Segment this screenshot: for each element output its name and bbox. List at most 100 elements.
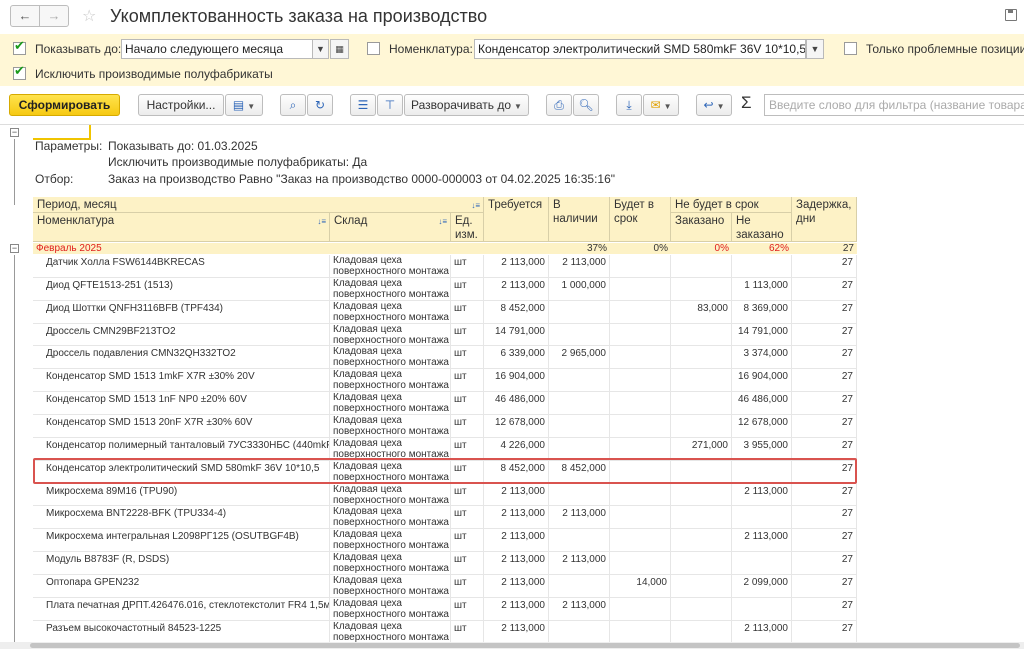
header-required[interactable]: Требуется <box>484 197 549 242</box>
on-time-cell[interactable]: 14,000 <box>610 574 671 598</box>
warehouse-cell[interactable]: Кладовая цеха поверхностного монтажа <box>330 323 451 347</box>
on-time-cell[interactable] <box>610 552 671 575</box>
unit-cell[interactable]: шт <box>451 255 484 278</box>
warehouse-cell[interactable]: Кладовая цеха поверхностного монтажа <box>330 552 451 575</box>
nomenclature-cell[interactable]: Конденсатор SMD 1513 1nF NP0 ±20% 60V <box>33 392 330 415</box>
forward-button[interactable]: → <box>39 5 69 27</box>
settings-button[interactable]: Настройки... <box>138 94 224 116</box>
calendar-icon[interactable]: ▦ <box>330 39 349 59</box>
not-ordered-cell[interactable]: 3 374,000 <box>732 346 792 370</box>
find-next-button[interactable]: ↻ <box>307 94 333 116</box>
in-stock-cell[interactable] <box>549 574 610 598</box>
in-stock-cell[interactable]: 2 965,000 <box>549 346 610 370</box>
ordered-cell[interactable] <box>671 574 732 598</box>
delay-cell[interactable]: 27 <box>792 552 857 575</box>
unit-cell[interactable]: шт <box>451 529 484 553</box>
unit-cell[interactable]: шт <box>451 392 484 415</box>
ordered-cell[interactable] <box>671 506 732 530</box>
warehouse-cell[interactable]: Кладовая цеха поверхностного монтажа <box>330 414 451 438</box>
on-time-cell[interactable] <box>610 597 671 621</box>
nomenclature-cell[interactable]: Плата печатная ДРПТ.426476.016, стеклоте… <box>33 597 330 621</box>
save-file-button[interactable]: ⤓ <box>616 94 642 116</box>
on-time-cell[interactable] <box>610 414 671 438</box>
collapse-params-icon[interactable]: − <box>10 128 19 137</box>
print-button[interactable]: ⎙ <box>546 94 572 116</box>
not-ordered-cell[interactable]: 2 113,000 <box>732 483 792 507</box>
on-time-cell[interactable] <box>610 506 671 530</box>
ordered-cell[interactable] <box>671 323 732 347</box>
delay-cell[interactable]: 27 <box>792 597 857 621</box>
unit-cell[interactable]: шт <box>451 597 484 621</box>
chevron-down-icon[interactable]: ▼ <box>312 39 329 59</box>
on-time-cell[interactable] <box>610 529 671 553</box>
delay-cell[interactable]: 27 <box>792 414 857 438</box>
required-cell[interactable]: 12 678,000 <box>484 414 549 438</box>
delay-cell[interactable]: 27 <box>792 483 857 507</box>
nomenclature-cell[interactable]: Оптопара GPEN232 <box>33 574 330 598</box>
nomenclature-cell[interactable]: Конденсатор SMD 1513 1mkF X7R ±30% 20V <box>33 369 330 393</box>
collapse-groups-button[interactable]: ☰ <box>350 94 376 116</box>
not-ordered-cell[interactable]: 2 113,000 <box>732 529 792 553</box>
required-cell[interactable]: 46 486,000 <box>484 392 549 415</box>
show-until-checkbox[interactable] <box>13 39 26 55</box>
delay-cell[interactable]: 27 <box>792 300 857 324</box>
ordered-cell[interactable] <box>671 277 732 301</box>
delay-cell[interactable]: 27 <box>792 369 857 393</box>
in-stock-cell[interactable]: 1 000,000 <box>549 277 610 301</box>
on-time-cell[interactable] <box>610 620 671 644</box>
on-time-cell[interactable] <box>610 483 671 507</box>
in-stock-cell[interactable]: 2 113,000 <box>549 597 610 621</box>
delay-cell[interactable]: 27 <box>792 574 857 598</box>
find-button[interactable]: ⌕ <box>280 94 306 116</box>
share-button[interactable]: ↩ ▼ <box>696 94 732 116</box>
unit-cell[interactable]: шт <box>451 300 484 324</box>
unit-cell[interactable]: шт <box>451 552 484 575</box>
not-ordered-cell[interactable]: 14 791,000 <box>732 323 792 347</box>
ordered-cell[interactable] <box>671 414 732 438</box>
required-cell[interactable]: 2 113,000 <box>484 620 549 644</box>
unit-cell[interactable]: шт <box>451 323 484 347</box>
on-time-cell[interactable] <box>610 346 671 370</box>
preview-button[interactable]: 🔍︎ <box>573 94 599 116</box>
warehouse-cell[interactable]: Кладовая цеха поверхностного монтажа <box>330 300 451 324</box>
exclude-semifinished-checkbox[interactable] <box>13 64 26 80</box>
in-stock-cell[interactable] <box>549 620 610 644</box>
warehouse-cell[interactable]: Кладовая цеха поверхностного монтажа <box>330 392 451 415</box>
in-stock-cell[interactable]: 2 113,000 <box>549 552 610 575</box>
not-ordered-cell[interactable] <box>732 255 792 278</box>
nomenclature-cell[interactable]: Микросхема 89M16 (TPU90) <box>33 483 330 507</box>
expand-groups-button[interactable]: ⊤ <box>377 94 403 116</box>
ordered-cell[interactable] <box>671 597 732 621</box>
in-stock-cell[interactable] <box>549 392 610 415</box>
delay-cell[interactable]: 27 <box>792 620 857 644</box>
ordered-cell[interactable] <box>671 483 732 507</box>
in-stock-cell[interactable] <box>549 483 610 507</box>
nomenclature-cell[interactable]: Дроссель CMN29BF213TO2 <box>33 323 330 347</box>
unit-cell[interactable]: шт <box>451 574 484 598</box>
header-warehouse[interactable]: Склад ↓≡ <box>330 213 451 242</box>
send-email-button[interactable]: ✉ ▼ <box>643 94 679 116</box>
not-ordered-cell[interactable]: 16 904,000 <box>732 369 792 393</box>
not-ordered-cell[interactable]: 46 486,000 <box>732 392 792 415</box>
ordered-cell[interactable] <box>671 255 732 278</box>
nomenclature-cell[interactable]: Разъем высокочастотный 84523-1225 <box>33 620 330 644</box>
warehouse-cell[interactable]: Кладовая цеха поверхностного монтажа <box>330 620 451 644</box>
nomenclature-cell[interactable]: Конденсатор SMD 1513 20nF X7R ±30% 60V <box>33 414 330 438</box>
nomenclature-cell[interactable]: Микросхема интегральная L2098РГ125 (OSUT… <box>33 529 330 553</box>
not-ordered-cell[interactable] <box>732 597 792 621</box>
unit-cell[interactable]: шт <box>451 483 484 507</box>
in-stock-cell[interactable] <box>549 369 610 393</box>
nomenclature-input[interactable]: Конденсатор электролитический SMD 580mkF… <box>474 39 806 59</box>
nomenclature-cell[interactable]: Диод Шоттки QNFH3116BFB (TPF434) <box>33 300 330 324</box>
delay-cell[interactable]: 27 <box>792 346 857 370</box>
delay-cell[interactable]: 27 <box>792 506 857 530</box>
ordered-cell[interactable]: 83,000 <box>671 300 732 324</box>
on-time-cell[interactable] <box>610 300 671 324</box>
in-stock-cell[interactable] <box>549 414 610 438</box>
unit-cell[interactable]: шт <box>451 620 484 644</box>
save-icon[interactable] <box>1005 9 1017 21</box>
warehouse-cell[interactable]: Кладовая цеха поверхностного монтажа <box>330 255 451 278</box>
not-ordered-cell[interactable]: 1 113,000 <box>732 277 792 301</box>
delay-cell[interactable]: 27 <box>792 255 857 278</box>
required-cell[interactable]: 2 113,000 <box>484 597 549 621</box>
